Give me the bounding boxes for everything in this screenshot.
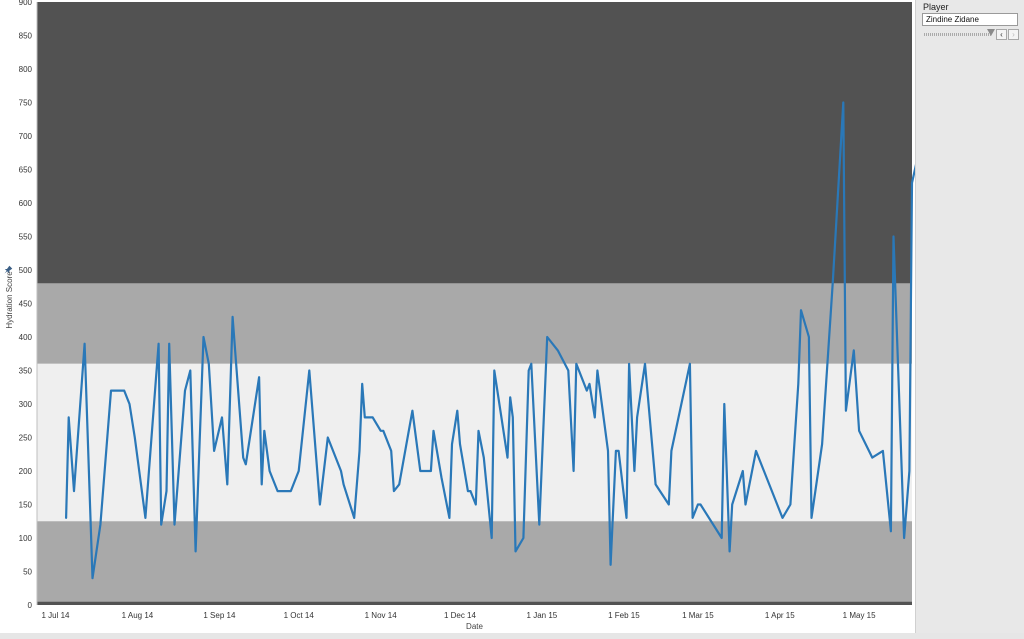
x-tick-label: 1 Mar 15 xyxy=(682,611,714,620)
y-tick-label: 300 xyxy=(19,400,33,409)
y-tick-label: 850 xyxy=(19,32,33,41)
y-tick-label: 750 xyxy=(19,99,33,108)
x-tick-label: 1 Dec 14 xyxy=(444,611,477,620)
y-tick-label: 250 xyxy=(19,434,33,443)
y-tick-label: 50 xyxy=(23,568,32,577)
y-tick-label: 0 xyxy=(28,601,33,610)
reference-band-0 xyxy=(37,2,912,284)
y-tick-label: 900 xyxy=(19,0,33,7)
x-axis-title: Date xyxy=(466,622,483,631)
previous-player-button[interactable]: ‹ xyxy=(996,29,1007,40)
filter-panel: Player Zindine Zidane ‹ › xyxy=(915,0,1024,639)
bottom-scrollbar xyxy=(0,633,1024,639)
y-tick-label: 400 xyxy=(19,333,33,342)
y-tick-label: 550 xyxy=(19,233,33,242)
y-tick-label: 350 xyxy=(19,367,33,376)
x-tick-label: 1 Nov 14 xyxy=(365,611,398,620)
y-tick-label: 650 xyxy=(19,166,33,175)
y-tick-label: 500 xyxy=(19,266,33,275)
y-tick-label: 200 xyxy=(19,467,33,476)
reference-band-3 xyxy=(37,521,912,602)
y-tick-label: 600 xyxy=(19,199,33,208)
y-tick-label: 450 xyxy=(19,300,33,309)
y-tick-label: 700 xyxy=(19,132,33,141)
y-tick-label: 800 xyxy=(19,65,33,74)
x-tick-label: 1 May 15 xyxy=(843,611,876,620)
x-tick-label: 1 Sep 14 xyxy=(203,611,236,620)
next-player-button[interactable]: › xyxy=(1008,29,1019,40)
x-tick-label: 1 Feb 15 xyxy=(608,611,640,620)
y-axis-title: Hydration Score xyxy=(5,271,14,329)
x-tick-label: 1 Oct 14 xyxy=(284,611,315,620)
x-tick-label: 1 Aug 14 xyxy=(122,611,154,620)
chart-area: 0 50 100 150 200 250 300 350 400 450 500 550 600 650 7… xyxy=(0,0,915,639)
x-tick-label: 1 Jul 14 xyxy=(41,611,70,620)
player-filter-title: Player xyxy=(923,2,949,12)
player-select[interactable]: Zindine Zidane xyxy=(922,13,1018,26)
x-tick-label: 1 Jan 15 xyxy=(527,611,558,620)
y-tick-label: 100 xyxy=(19,534,33,543)
hydration-chart: 0 50 100 150 200 250 300 350 400 450 500 550 600 650 7… xyxy=(4,0,915,631)
player-slider-thumb[interactable] xyxy=(987,29,995,36)
reference-band-4 xyxy=(37,601,912,605)
player-slider-track[interactable] xyxy=(924,33,992,36)
y-tick-label: 150 xyxy=(19,501,33,510)
x-tick-label: 1 Apr 15 xyxy=(765,611,795,620)
